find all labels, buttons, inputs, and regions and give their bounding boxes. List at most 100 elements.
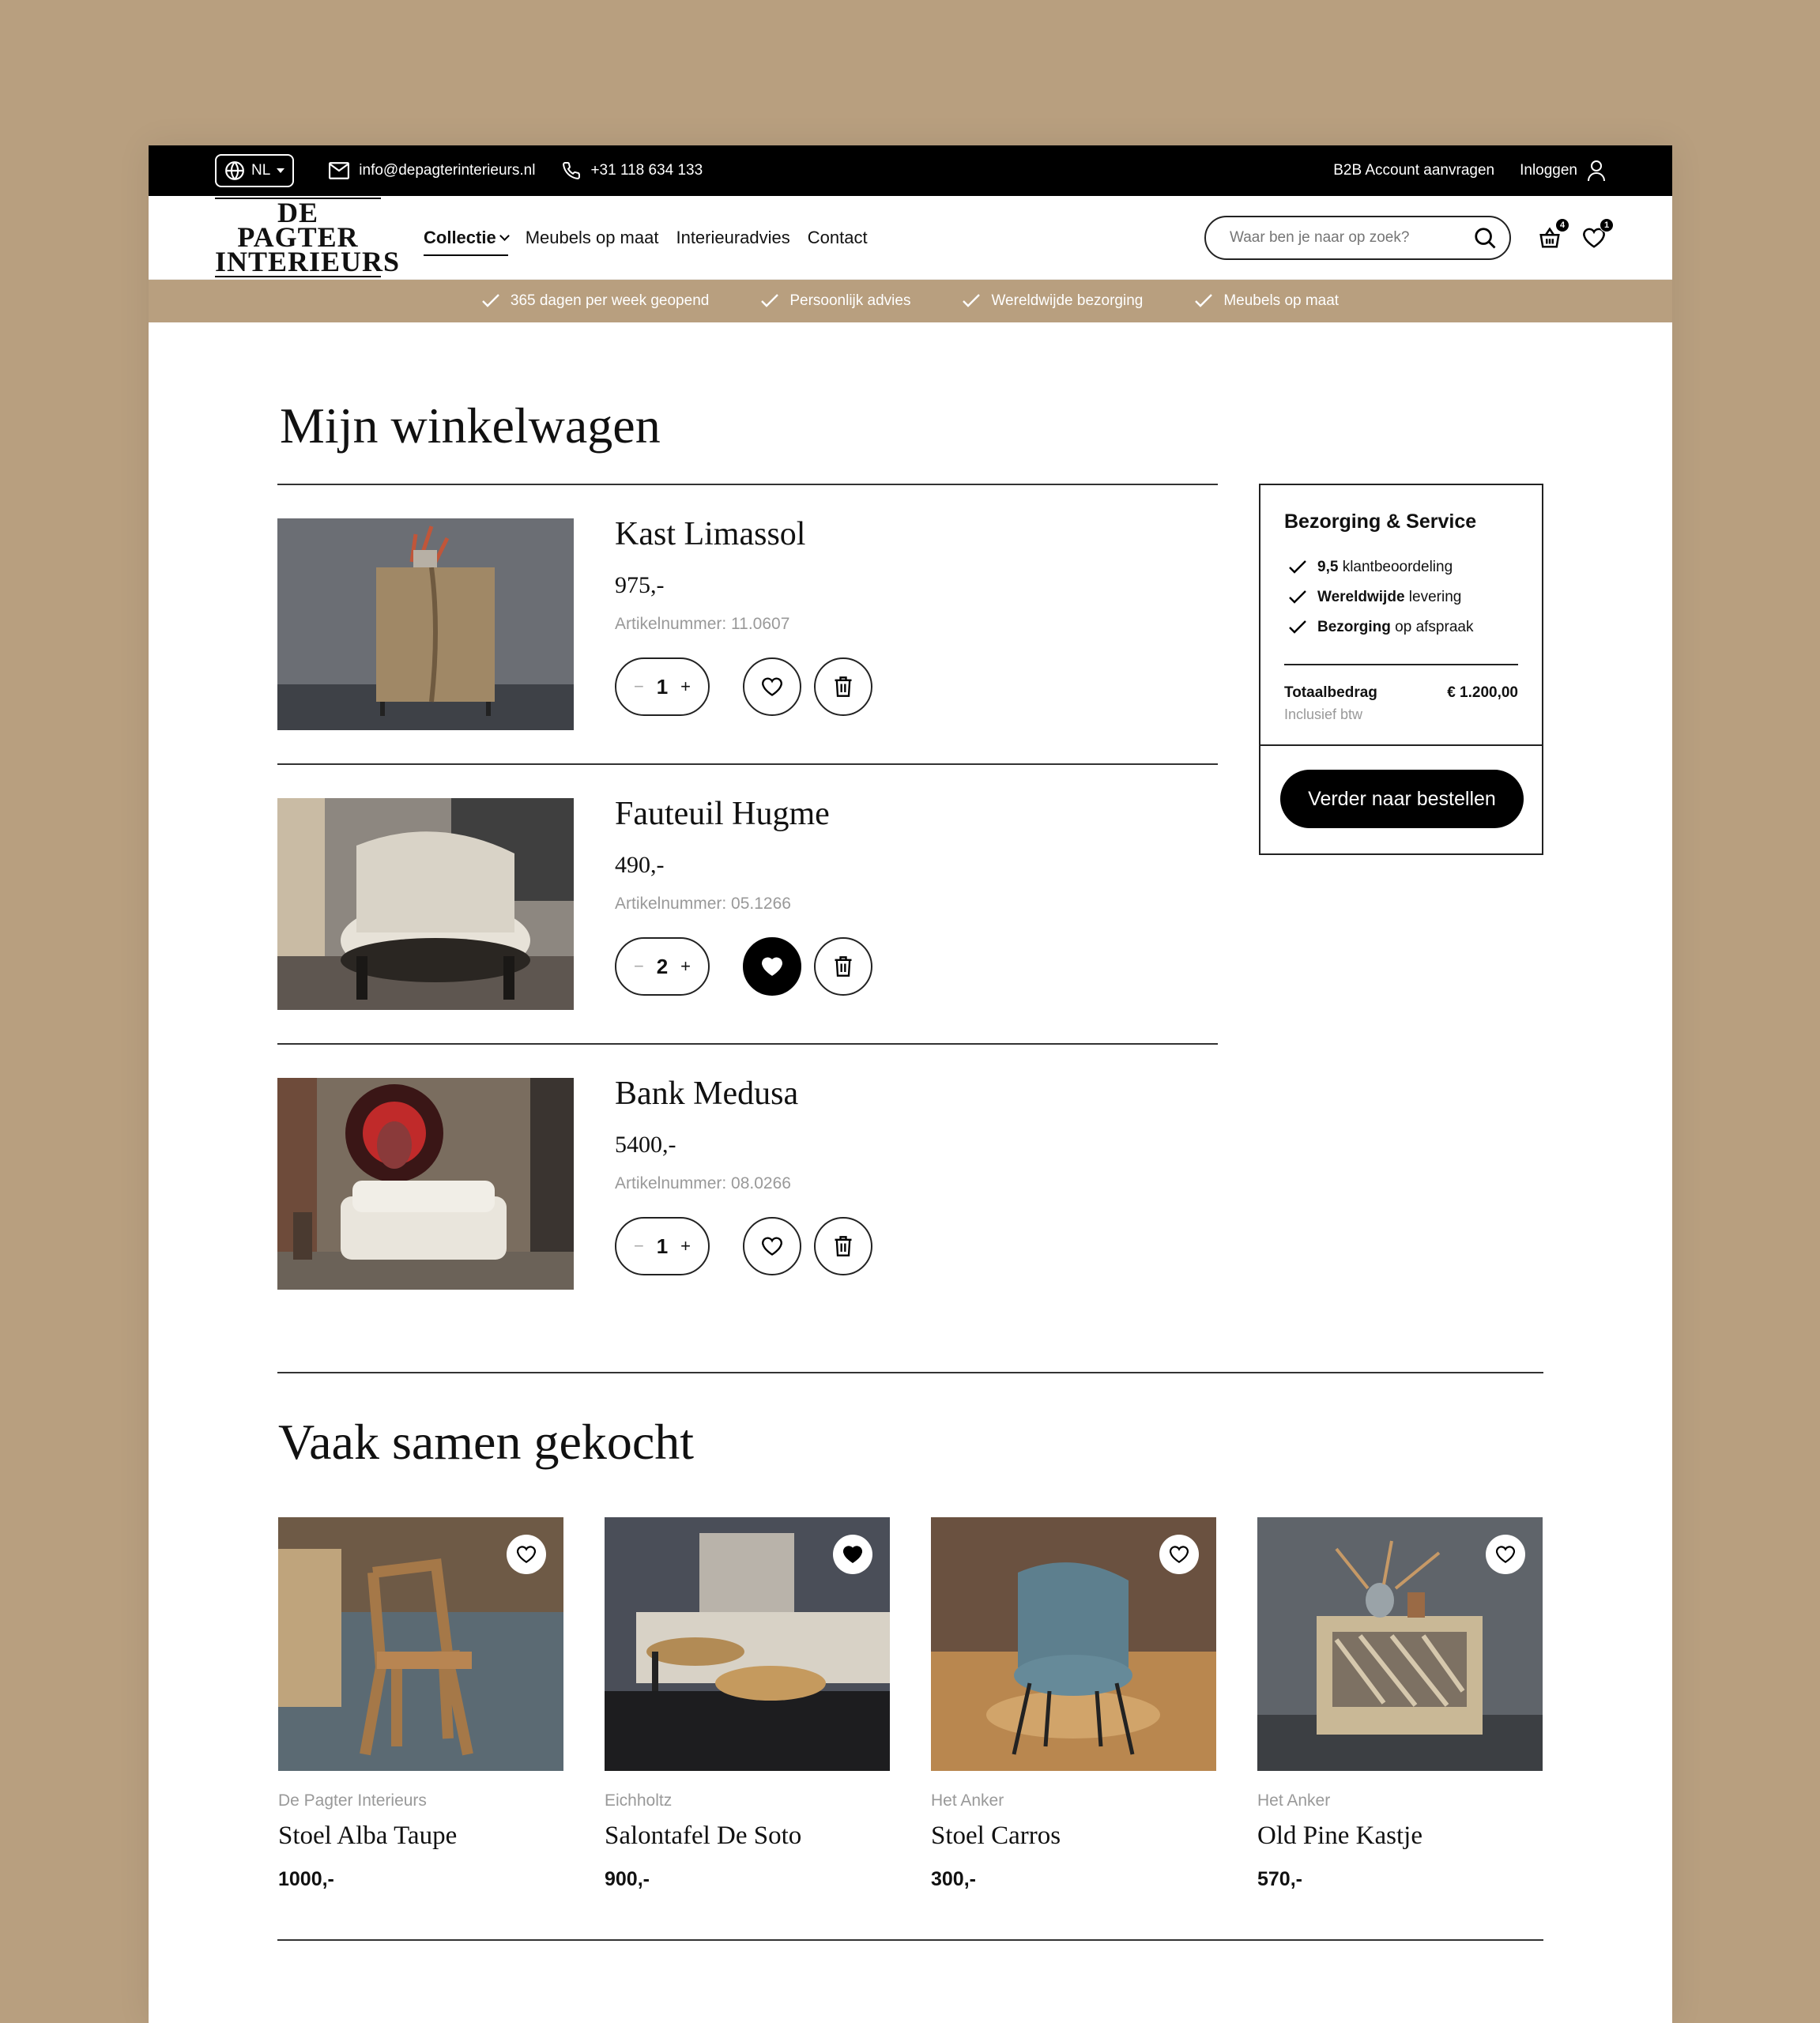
favorite-button[interactable] [833, 1535, 872, 1574]
product-card[interactable]: Eichholtz Salontafel De Soto 900,- [605, 1517, 890, 1891]
product-name[interactable]: Bank Medusa [615, 1075, 872, 1113]
quantity-value: 1 [656, 1234, 669, 1258]
favorite-button[interactable] [743, 657, 801, 716]
language-label: NL [251, 162, 271, 179]
nav-item-meubels-op-maat[interactable]: Meubels op maat [526, 228, 659, 248]
favorite-button[interactable] [743, 937, 801, 996]
product-name[interactable]: Salontafel De Soto [605, 1821, 890, 1851]
logo[interactable]: DE PAGTER INTERIEURS [215, 197, 399, 277]
divider [1260, 744, 1542, 746]
check-icon [482, 294, 499, 307]
divider [277, 1939, 1543, 1941]
check-icon [1289, 560, 1306, 574]
nav-item-contact[interactable]: Contact [808, 228, 868, 248]
related-title: Vaak samen gekocht [278, 1414, 695, 1470]
service-item: 9,5 klantbeoordeling [1289, 552, 1542, 582]
usp-label: Wereldwijde bezorging [991, 292, 1144, 309]
total-row: Totaalbedrag € 1.200,00 [1284, 684, 1518, 702]
remove-item-button[interactable] [814, 937, 872, 996]
search-icon[interactable] [1473, 226, 1497, 250]
check-icon [963, 294, 981, 307]
email-link[interactable]: info@depagterinterieurs.nl [329, 162, 535, 179]
product-name[interactable]: Stoel Alba Taupe [278, 1821, 563, 1851]
main-nav: Collectie Meubels op maat Interieuradvie… [424, 220, 868, 256]
check-icon [761, 294, 779, 307]
decrease-quantity-button[interactable]: − [634, 956, 644, 977]
search-bar [1204, 215, 1511, 260]
trash-icon [835, 1236, 852, 1256]
nav-item-collectie[interactable]: Collectie [424, 220, 510, 256]
product-name[interactable]: Fauteuil Hugme [615, 795, 872, 833]
product-name[interactable]: Stoel Carros [931, 1821, 1216, 1851]
email-text: info@depagterinterieurs.nl [359, 162, 536, 179]
remove-item-button[interactable] [814, 1217, 872, 1275]
increase-quantity-button[interactable]: + [680, 956, 691, 977]
product-price: 900,- [605, 1868, 650, 1890]
summary-title: Bezorging & Service [1284, 510, 1477, 533]
phone-link[interactable]: +31 118 634 133 [562, 161, 703, 180]
product-price: 5400,- [615, 1132, 676, 1158]
product-image-kast-limassol[interactable] [277, 518, 574, 730]
product-brand: Het Anker [1257, 1791, 1331, 1810]
product-name[interactable]: Kast Limassol [615, 515, 872, 553]
decrease-quantity-button[interactable]: − [634, 676, 644, 697]
quantity-stepper: − 1 + [615, 657, 710, 716]
heart-icon [1170, 1546, 1189, 1564]
trash-icon [835, 676, 852, 697]
product-sku: Artikelnummer: 11.0607 [615, 615, 790, 633]
usp-label: Meubels op maat [1223, 292, 1340, 309]
favorite-button[interactable] [743, 1217, 801, 1275]
cart-button[interactable]: 4 [1538, 217, 1569, 250]
heart-icon [762, 1237, 782, 1256]
product-card-image[interactable] [1257, 1517, 1543, 1771]
usp-label: Persoonlijk advies [789, 292, 911, 309]
product-image-fauteuil-hugme[interactable] [277, 798, 574, 1010]
vat-note: Inclusief btw [1284, 706, 1363, 722]
increase-quantity-button[interactable]: + [680, 676, 691, 697]
wishlist-button[interactable]: 1 [1582, 217, 1614, 250]
product-card-image[interactable] [931, 1517, 1216, 1771]
service-item: Bezorging op afspraak [1289, 612, 1542, 642]
wishlist-count-badge: 1 [1600, 217, 1614, 232]
b2b-account-link[interactable]: B2B Account aanvragen [1333, 162, 1494, 179]
product-card-image[interactable] [278, 1517, 563, 1771]
product-card[interactable]: Het Anker Old Pine Kastje 570,- [1257, 1517, 1543, 1891]
mail-icon [329, 162, 350, 179]
main-header: DE PAGTER INTERIEURS Collectie Meubels o… [149, 196, 1672, 280]
product-image-bank-medusa[interactable] [277, 1078, 574, 1290]
decrease-quantity-button[interactable]: − [634, 1236, 644, 1256]
product-name[interactable]: Old Pine Kastje [1257, 1821, 1543, 1851]
divider [1284, 664, 1518, 665]
service-text: op afspraak [1390, 619, 1474, 635]
favorite-button[interactable] [507, 1535, 546, 1574]
related-products: De Pagter Interieurs Stoel Alba Taupe 10… [278, 1517, 1543, 1891]
remove-item-button[interactable] [814, 657, 872, 716]
product-price: 570,- [1257, 1868, 1302, 1890]
order-summary: Bezorging & Service 9,5 klantbeoordeling… [1259, 484, 1543, 855]
globe-icon [225, 161, 244, 180]
favorite-button[interactable] [1486, 1535, 1525, 1574]
heart-icon [1496, 1546, 1515, 1564]
quantity-stepper: − 1 + [615, 1217, 710, 1275]
checkout-button[interactable]: Verder naar bestellen [1280, 770, 1524, 828]
service-text: klantbeoordeling [1338, 559, 1453, 575]
login-link[interactable]: Inloggen [1520, 160, 1606, 182]
product-price: 490,- [615, 852, 665, 878]
nav-item-interieuradvies[interactable]: Interieuradvies [676, 228, 789, 248]
favorite-button[interactable] [1159, 1535, 1199, 1574]
increase-quantity-button[interactable]: + [680, 1236, 691, 1256]
search-input[interactable] [1230, 228, 1473, 247]
product-card[interactable]: Het Anker Stoel Carros 300,- [931, 1517, 1216, 1891]
language-selector[interactable]: NL [215, 154, 295, 187]
chevron-down-icon [499, 230, 510, 241]
product-brand: De Pagter Interieurs [278, 1791, 427, 1810]
check-icon [1195, 294, 1213, 307]
cart-list: Kast Limassol 975,- Artikelnummer: 11.06… [277, 484, 1218, 1323]
quantity-value: 1 [656, 674, 669, 699]
logo-line-1: DE PAGTER [237, 197, 359, 253]
usp-item: Wereldwijde bezorging [963, 292, 1143, 310]
heart-filled-icon [762, 957, 782, 976]
product-card-image[interactable] [605, 1517, 890, 1771]
product-card[interactable]: De Pagter Interieurs Stoel Alba Taupe 10… [278, 1517, 563, 1891]
usp-item: Persoonlijk advies [761, 292, 910, 310]
